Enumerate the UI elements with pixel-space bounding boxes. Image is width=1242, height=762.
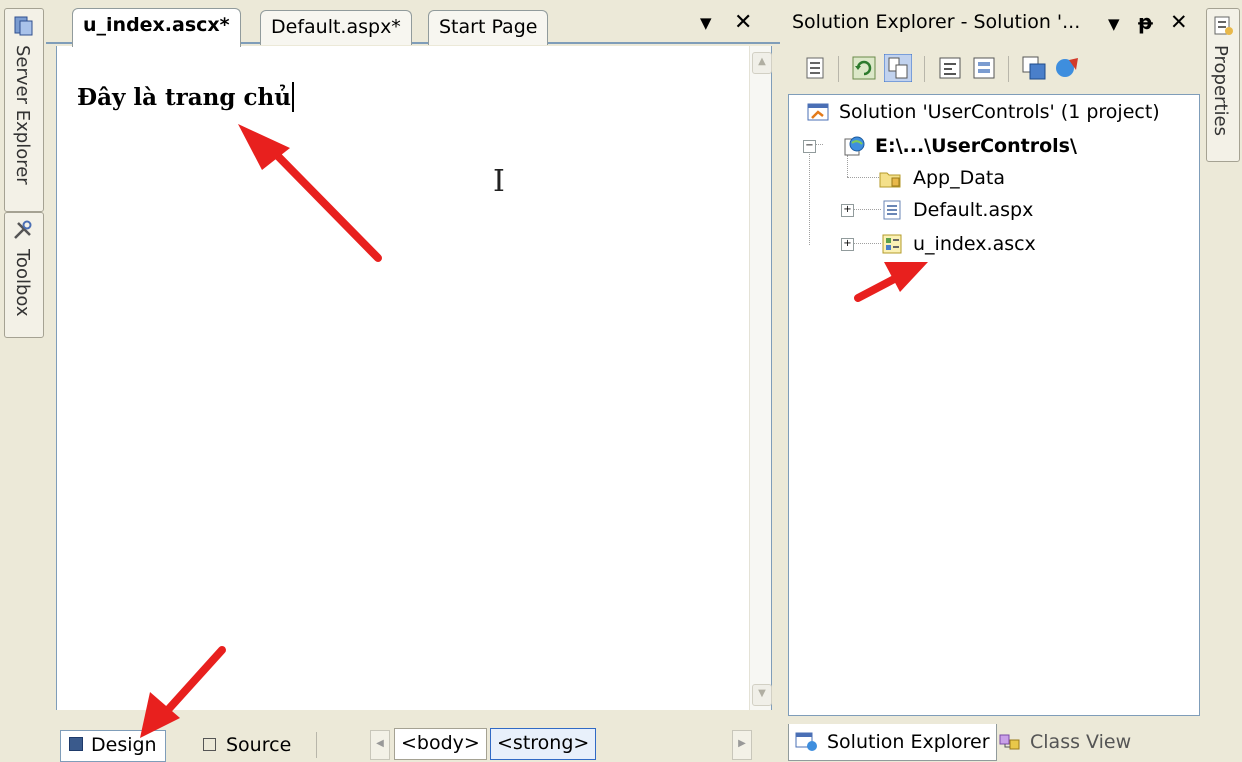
tab-solution-explorer[interactable]: Solution Explorer <box>788 724 997 761</box>
collapse-icon[interactable]: − <box>803 140 816 153</box>
toolbar-separator <box>1008 56 1009 82</box>
tab-list-dropdown-icon[interactable]: ▼ <box>700 14 712 32</box>
pin-icon[interactable]: ᵽ <box>1138 4 1153 40</box>
server-explorer-tab[interactable]: Server Explorer <box>4 8 44 212</box>
ibeam-cursor-icon: I <box>493 164 505 199</box>
tab-u-index-ascx[interactable]: u_index.ascx* <box>72 8 241 47</box>
tab-class-view[interactable]: Class View <box>992 724 1137 760</box>
design-view-button[interactable]: Design <box>60 730 166 762</box>
solution-tree[interactable]: Solution 'UserControls' (1 project) − E:… <box>788 94 1200 716</box>
tree-connector <box>847 155 848 177</box>
tag-nav-left-icon[interactable]: ◀ <box>370 730 390 760</box>
vertical-scrollbar[interactable]: ▲ ▼ <box>749 46 772 710</box>
server-explorer-label: Server Explorer <box>12 45 33 185</box>
design-label: Design <box>91 734 157 756</box>
toolbar-separator <box>924 56 925 82</box>
page-content[interactable]: Đây là trang chủ <box>77 82 294 112</box>
folder-icon <box>879 172 901 188</box>
solution-explorer-toolbar <box>786 44 1196 92</box>
solution-explorer-title: Solution Explorer - Solution '... <box>792 11 1081 33</box>
view-code-icon[interactable] <box>936 54 964 82</box>
tag-body-button[interactable]: <body> <box>394 728 487 760</box>
web-project-icon <box>844 136 865 156</box>
app-data-label: App_Data <box>913 167 1005 189</box>
content-text: Đây là trang chủ <box>77 84 291 111</box>
close-document-icon[interactable]: ✕ <box>734 10 752 35</box>
expand-icon[interactable]: + <box>841 204 854 217</box>
tree-connector <box>853 243 881 244</box>
server-explorer-icon <box>14 16 33 36</box>
tab-default-aspx[interactable]: Default.aspx* <box>260 10 412 45</box>
toolbar-separator <box>838 56 839 82</box>
source-label: Source <box>226 734 292 756</box>
scroll-down-icon[interactable]: ▼ <box>752 684 772 706</box>
scroll-up-icon[interactable]: ▲ <box>752 52 772 74</box>
tree-connector <box>853 209 881 210</box>
solution-explorer-title-bar: Solution Explorer - Solution '... ▼ ᵽ ✕ <box>786 4 1196 40</box>
toolbox-label: Toolbox <box>12 249 33 317</box>
toolbox-icon <box>14 220 32 239</box>
solution-explorer-tab-label: Solution Explorer <box>827 731 990 753</box>
document-tab-bar: u_index.ascx* Default.aspx* Start Page ▼… <box>46 0 780 47</box>
properties-label: Properties <box>1210 45 1231 136</box>
view-switch-bar: Design Source ◀ <body> <strong> ▶ <box>46 720 780 762</box>
tree-connector <box>847 177 881 178</box>
website-configuration-icon[interactable] <box>1054 54 1082 82</box>
solution-explorer-panel: Solution Explorer - Solution '... ▼ ᵽ ✕ … <box>780 0 1202 762</box>
aspx-file-icon <box>883 200 901 220</box>
source-icon <box>203 738 216 751</box>
left-tool-rail: Server Explorer Toolbox <box>0 0 46 762</box>
document-editor: u_index.ascx* Default.aspx* Start Page ▼… <box>46 0 780 762</box>
properties-tab[interactable]: Properties <box>1206 8 1240 162</box>
properties-icon[interactable] <box>802 54 830 82</box>
refresh-icon[interactable] <box>850 54 878 82</box>
solution-explorer-icon <box>795 732 817 751</box>
solution-icon <box>807 103 829 121</box>
design-icon <box>69 737 83 751</box>
panel-dropdown-icon[interactable]: ▼ <box>1108 6 1120 42</box>
view-bar-divider <box>316 732 317 758</box>
source-view-button[interactable]: Source <box>194 730 300 762</box>
default-aspx-label: Default.aspx <box>913 199 1034 221</box>
close-panel-icon[interactable]: ✕ <box>1170 4 1188 40</box>
tag-nav-right-icon[interactable]: ▶ <box>732 730 752 760</box>
right-tool-rail: Properties <box>1202 0 1242 762</box>
class-view-tab-label: Class View <box>1030 731 1132 753</box>
class-view-icon <box>999 734 1020 750</box>
view-designer-icon[interactable] <box>970 54 998 82</box>
design-surface[interactable]: Đây là trang chủ I ▲ ▼ <box>56 46 772 710</box>
text-caret <box>291 82 294 112</box>
panel-bottom-tabs: Solution Explorer Class View <box>788 724 1200 762</box>
tree-connector <box>809 149 810 245</box>
project-label: E:\...\UserControls\ <box>875 135 1077 157</box>
copy-website-icon[interactable] <box>1020 54 1048 82</box>
expand-icon[interactable]: + <box>841 238 854 251</box>
solution-label: Solution 'UserControls' (1 project) <box>839 101 1160 123</box>
u-index-ascx-label: u_index.ascx <box>913 233 1036 255</box>
properties-icon <box>1214 16 1233 35</box>
ascx-file-icon <box>882 234 902 254</box>
show-all-files-icon[interactable] <box>884 54 912 82</box>
tab-start-page[interactable]: Start Page <box>428 10 549 45</box>
tag-strong-button[interactable]: <strong> <box>490 728 597 760</box>
toolbox-tab[interactable]: Toolbox <box>4 212 44 338</box>
